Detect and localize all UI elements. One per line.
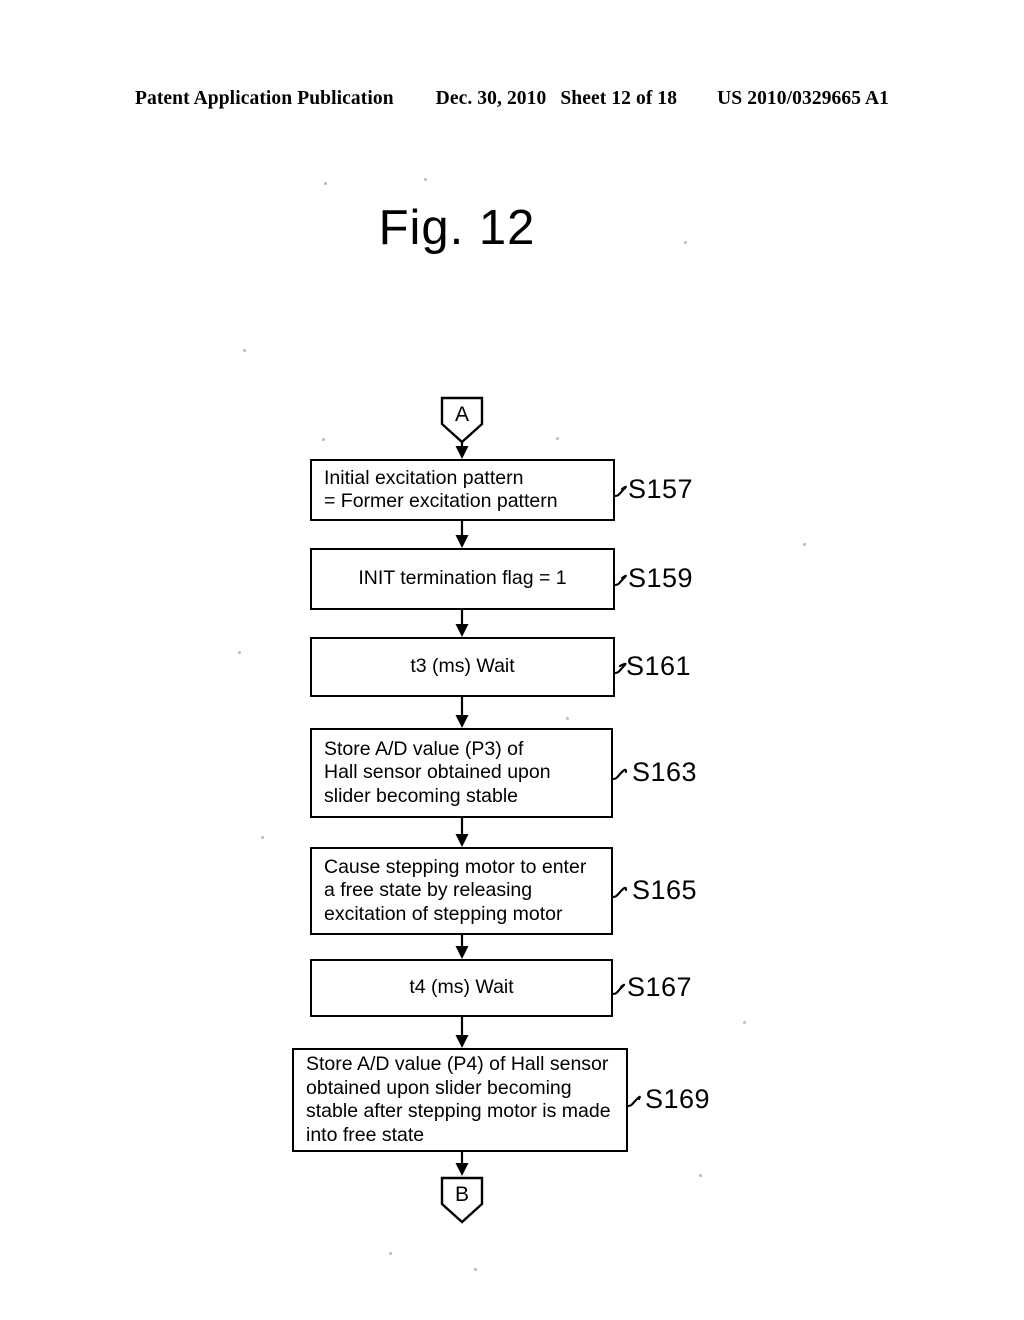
process-box-text: INIT termination flag = 1 xyxy=(358,567,567,590)
connector-a-label: A xyxy=(454,403,469,426)
connector-a: A xyxy=(440,396,484,444)
scan-speckle xyxy=(324,182,327,185)
process-box-s167: t4 (ms) Wait xyxy=(310,959,613,1017)
flow-arrow-head xyxy=(455,1035,469,1048)
process-box-s165: Cause stepping motor to enter a free sta… xyxy=(310,847,613,935)
flow-arrow-head xyxy=(455,535,469,548)
scan-speckle xyxy=(243,349,246,352)
process-box-text: Store A/D value (P3) of Hall sensor obta… xyxy=(324,737,551,807)
step-label-leader xyxy=(611,886,628,899)
step-label-leader xyxy=(613,662,627,675)
process-box-text: Store A/D value (P4) of Hall sensor obta… xyxy=(306,1053,611,1146)
scan-speckle xyxy=(474,1268,477,1271)
step-label-leader xyxy=(626,1095,641,1108)
step-label-s157: S157 xyxy=(628,474,694,504)
scan-speckle xyxy=(566,717,569,720)
scan-speckle xyxy=(322,438,325,441)
process-box-s157: Initial excitation pattern = Former exci… xyxy=(310,459,615,521)
process-box-text: t4 (ms) Wait xyxy=(409,976,514,999)
scan-speckle xyxy=(743,1021,746,1024)
step-label-leader xyxy=(613,574,627,587)
flow-arrow-head xyxy=(455,624,469,637)
scan-speckle xyxy=(238,651,241,654)
process-box-text: Cause stepping motor to enter a free sta… xyxy=(324,855,587,925)
scan-speckle xyxy=(699,1174,702,1177)
step-label-s169: S169 xyxy=(645,1084,711,1114)
flow-arrow-head xyxy=(455,1163,469,1176)
step-label-s167: S167 xyxy=(627,972,693,1002)
step-label-s165: S165 xyxy=(632,875,698,905)
connector-b-label: B xyxy=(454,1183,469,1206)
step-label-s159: S159 xyxy=(628,563,694,593)
process-box-text: t3 (ms) Wait xyxy=(410,655,515,678)
connector-b: B xyxy=(440,1176,484,1224)
flow-arrow-head xyxy=(455,946,469,959)
scan-speckle xyxy=(803,543,806,546)
scan-speckle xyxy=(556,437,559,440)
flow-arrow-head xyxy=(455,446,469,459)
step-label-leader xyxy=(611,768,628,781)
process-box-s163: Store A/D value (P3) of Hall sensor obta… xyxy=(310,728,613,818)
flowchart: Initial excitation pattern = Former exci… xyxy=(0,0,1024,1320)
process-box-s161: t3 (ms) Wait xyxy=(310,637,615,697)
process-box-text: Initial excitation pattern = Former exci… xyxy=(324,466,558,513)
process-box-s169: Store A/D value (P4) of Hall sensor obta… xyxy=(292,1048,628,1152)
step-label-s163: S163 xyxy=(632,757,698,787)
step-label-leader xyxy=(611,983,626,996)
step-label-leader xyxy=(613,485,627,498)
scan-speckle xyxy=(389,1252,392,1255)
scan-speckle xyxy=(261,836,264,839)
scan-speckle xyxy=(424,178,427,181)
process-box-s159: INIT termination flag = 1 xyxy=(310,548,615,610)
flow-arrow-head xyxy=(455,834,469,847)
scan-speckle xyxy=(684,241,687,244)
flow-arrow-head xyxy=(455,715,469,728)
step-label-s161: S161 xyxy=(626,651,692,681)
